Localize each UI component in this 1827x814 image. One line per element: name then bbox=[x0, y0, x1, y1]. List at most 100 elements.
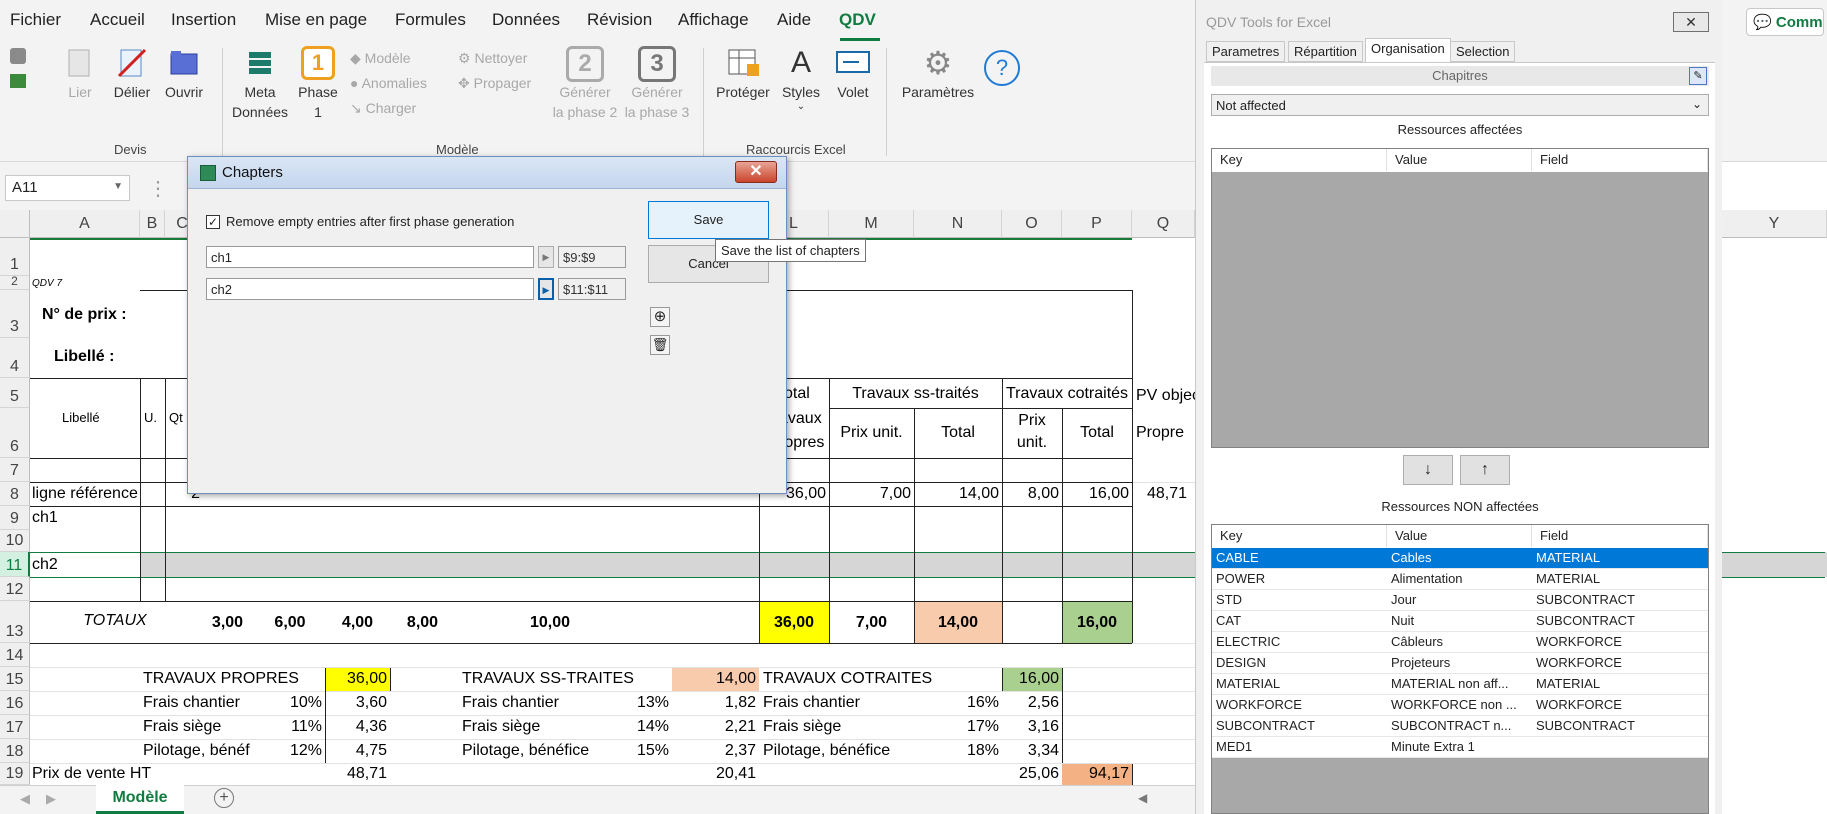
row-header[interactable]: 6 bbox=[0, 408, 30, 458]
panel-close-button[interactable]: ✕ bbox=[1673, 12, 1709, 32]
cell-travaux-propres[interactable]: TRAVAUX PROPRES bbox=[143, 670, 299, 688]
tab-repartition[interactable]: Répartition bbox=[1288, 41, 1363, 62]
styles-button[interactable]: A Styles ⌄ bbox=[778, 46, 824, 136]
cell-frais-siege-3[interactable]: Frais siège bbox=[763, 718, 841, 736]
chapter-range-value[interactable]: $11:$11 bbox=[558, 278, 626, 300]
move-down-button[interactable]: ↓ bbox=[1403, 455, 1453, 485]
list-item[interactable]: MED1 Minute Extra 1 bbox=[1212, 737, 1708, 758]
list-item[interactable]: ELECTRIC Câbleurs WORKFORCE bbox=[1212, 632, 1708, 653]
row-header[interactable]: 13 bbox=[0, 601, 30, 643]
row-header[interactable]: 10 bbox=[0, 530, 30, 552]
menu-qdv[interactable]: QDV bbox=[839, 10, 876, 30]
cell-qdv[interactable]: QDV 7 bbox=[32, 278, 62, 289]
cell-fc-val-2[interactable]: 1,82 bbox=[672, 694, 756, 712]
cell-libelle-header[interactable]: Libellé : bbox=[54, 348, 114, 366]
column-header-a[interactable]: A bbox=[30, 210, 140, 238]
list-item[interactable]: DESIGN Projeteurs WORKFORCE bbox=[1212, 653, 1708, 674]
cell-pb-pct-3[interactable]: 18% bbox=[914, 742, 999, 760]
menu-fichier[interactable]: Fichier bbox=[10, 10, 61, 30]
cell-prix-unit[interactable]: Prix unit. bbox=[829, 424, 914, 442]
cell-pb-pct-1[interactable]: 12% bbox=[255, 742, 322, 760]
chapter-combo[interactable]: Not affected ⌄ bbox=[1211, 94, 1709, 116]
cell-total-2[interactable]: Total bbox=[1062, 424, 1132, 442]
cell-total-g[interactable]: 8,00 bbox=[390, 614, 455, 632]
comments-button[interactable]: 💬 Comm bbox=[1746, 8, 1824, 36]
list-item[interactable]: CAT Nuit SUBCONTRACT bbox=[1212, 611, 1708, 632]
hscroll-left-icon[interactable]: ◀ bbox=[1138, 791, 1147, 805]
cell-fc-pct-1[interactable]: 10% bbox=[255, 694, 322, 712]
cell-total-p[interactable]: 16,00 bbox=[1062, 614, 1132, 632]
menu-donnees[interactable]: Données bbox=[492, 10, 560, 30]
cell-frais-chantier-3[interactable]: Frais chantier bbox=[763, 694, 860, 712]
anomalies-button[interactable]: ● Anomalies bbox=[350, 75, 427, 91]
affected-list[interactable]: Key Value Field bbox=[1211, 148, 1709, 448]
cell-pv-3[interactable]: 25,06 bbox=[1002, 765, 1059, 783]
row-header[interactable]: 14 bbox=[0, 643, 30, 667]
cell-r8-q[interactable]: 48,71 bbox=[1132, 485, 1187, 503]
non-affected-list[interactable]: Key Value Field CABLE Cables MATERIAL POWE… bbox=[1211, 524, 1709, 814]
add-sheet-icon[interactable]: + bbox=[214, 788, 234, 808]
column-header-n[interactable]: N bbox=[914, 210, 1002, 238]
cell-pilotage-2[interactable]: Pilotage, bénéfice bbox=[462, 742, 589, 760]
cell-pv-2[interactable]: 20,41 bbox=[672, 765, 756, 783]
tab-selection[interactable]: Selection bbox=[1450, 41, 1516, 62]
cell-r8-o[interactable]: 8,00 bbox=[1002, 485, 1059, 503]
cell-frais-chantier[interactable]: Frais chantier bbox=[143, 694, 240, 712]
cell-travaux-ss-traites-label[interactable]: TRAVAUX SS-TRAITES bbox=[462, 670, 634, 688]
cell-frais-chantier-2[interactable]: Frais chantier bbox=[462, 694, 559, 712]
parametres-button[interactable]: ⚙ Paramètres bbox=[898, 46, 978, 136]
cell-fs-pct-1[interactable]: 11% bbox=[255, 718, 322, 736]
row-header[interactable]: 18 bbox=[0, 739, 30, 763]
cell-pilotage-3[interactable]: Pilotage, bénéfice bbox=[763, 742, 890, 760]
cell-travaux-ss-traites[interactable]: Travaux ss-traités bbox=[829, 385, 1002, 403]
tab-organisation[interactable]: Organisation bbox=[1365, 38, 1451, 62]
menu-affichage[interactable]: Affichage bbox=[678, 10, 749, 30]
cell-fs-pct-2[interactable]: 14% bbox=[590, 718, 669, 736]
sheet-icon[interactable] bbox=[10, 74, 26, 88]
propager-button[interactable]: ✥ Propager bbox=[458, 75, 531, 92]
menu-revision[interactable]: Révision bbox=[587, 10, 652, 30]
row-header[interactable]: 2 bbox=[0, 274, 30, 290]
col-key[interactable]: Key bbox=[1212, 149, 1387, 171]
column-header-m[interactable]: M bbox=[829, 210, 914, 238]
cell-total-n[interactable]: 14,00 bbox=[914, 614, 1002, 632]
row-header[interactable]: 3 bbox=[0, 290, 30, 338]
cell-total-e[interactable]: 6,00 bbox=[255, 614, 325, 632]
edit-chapters-icon[interactable]: ✎ bbox=[1689, 67, 1707, 85]
row-header[interactable]: 9 bbox=[0, 506, 30, 530]
cube-icon[interactable] bbox=[10, 48, 26, 64]
row-header[interactable]: 16 bbox=[0, 691, 30, 715]
row-header-selected[interactable]: 11 bbox=[0, 552, 30, 577]
phase1-button[interactable]: 1 Phase 1 bbox=[296, 46, 340, 136]
cell-ch1[interactable]: ch1 bbox=[32, 509, 58, 527]
cell-totaux[interactable]: TOTAUX bbox=[30, 612, 200, 630]
chapter-range-picker[interactable]: ▶ bbox=[538, 246, 554, 268]
cell-fs-val-1[interactable]: 4,36 bbox=[325, 718, 387, 736]
cell-total-d[interactable]: 3,00 bbox=[200, 614, 255, 632]
menu-formules[interactable]: Formules bbox=[395, 10, 466, 30]
row-header[interactable]: 15 bbox=[0, 667, 30, 691]
list-item[interactable]: CABLE Cables MATERIAL bbox=[1212, 548, 1708, 569]
cell-libelle[interactable]: Libellé bbox=[62, 410, 100, 425]
column-header-q[interactable]: Q bbox=[1132, 210, 1195, 238]
col-field[interactable]: Field bbox=[1532, 149, 1708, 171]
column-header-y[interactable]: Y bbox=[1722, 210, 1827, 238]
cell-ligne-reference[interactable]: ligne référence bbox=[32, 485, 138, 503]
menu-insertion[interactable]: Insertion bbox=[171, 10, 236, 30]
list-item[interactable]: SUBCONTRACT SUBCONTRACT n... SUBCONTRACT bbox=[1212, 716, 1708, 737]
cell-pilotage[interactable]: Pilotage, bénéf bbox=[143, 742, 253, 760]
proteger-button[interactable]: Protéger bbox=[712, 46, 774, 136]
name-box[interactable]: A11 ▼ bbox=[5, 175, 130, 201]
modele-small-button[interactable]: ◆ Modèle bbox=[350, 50, 411, 67]
cell-r8-m[interactable]: 7,00 bbox=[829, 485, 911, 503]
chapter-range-picker[interactable]: ▶ bbox=[538, 278, 554, 300]
cell-u[interactable]: U. bbox=[144, 410, 157, 425]
cell-pb-pct-2[interactable]: 15% bbox=[590, 742, 669, 760]
volet-button[interactable]: Volet bbox=[832, 46, 874, 136]
meta-donnees-button[interactable]: Meta Données bbox=[230, 46, 290, 136]
cell-pv-total[interactable]: 94,17 bbox=[1062, 765, 1129, 783]
cell-total-l[interactable]: 36,00 bbox=[759, 614, 829, 632]
help-icon[interactable]: ? bbox=[984, 50, 1020, 86]
tab-parametres[interactable]: Parametres bbox=[1206, 41, 1286, 62]
cell-fs-pct-3[interactable]: 17% bbox=[914, 718, 999, 736]
